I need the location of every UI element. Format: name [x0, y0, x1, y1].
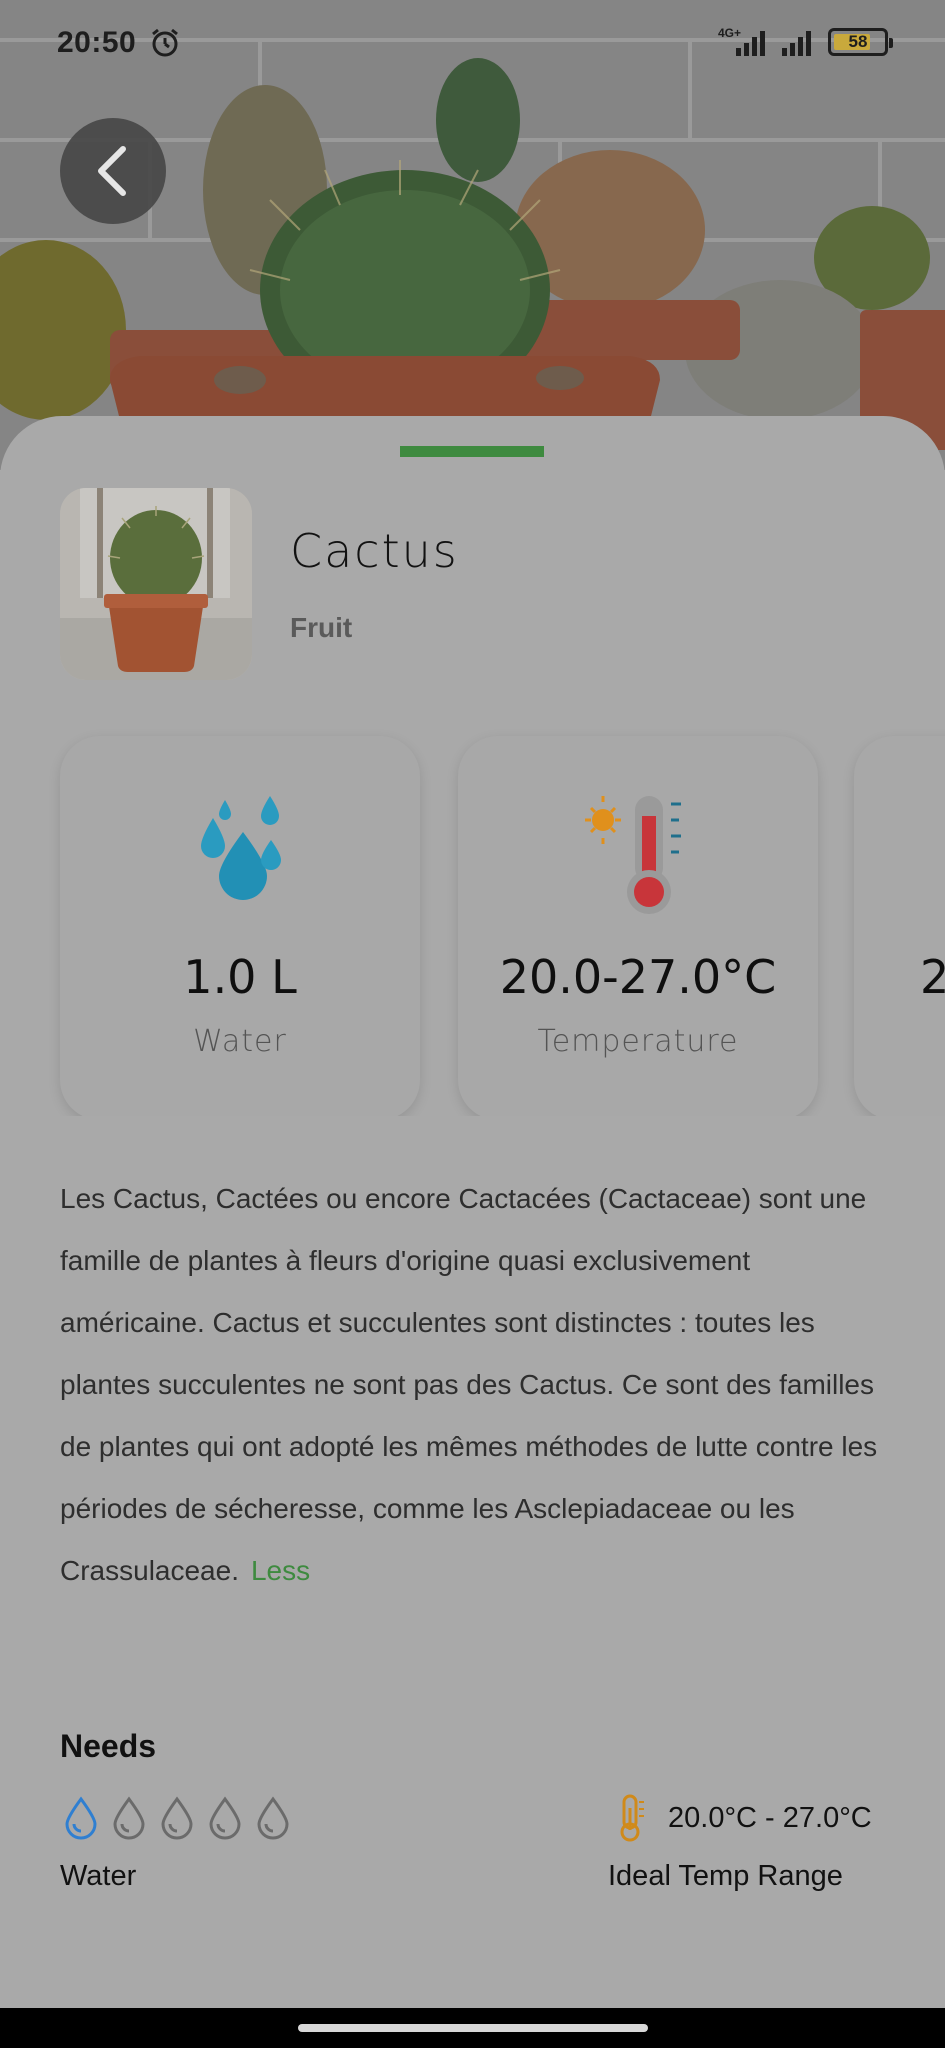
water-value: 1.0 L	[183, 950, 297, 1004]
home-indicator[interactable]	[298, 2024, 648, 2032]
chevron-left-icon	[98, 146, 126, 196]
water-needs-label: Water	[60, 1860, 137, 1892]
signal-icon	[782, 31, 811, 56]
ideal-temp-label: Ideal Temp Range	[608, 1860, 843, 1892]
water-drop-icon	[257, 1796, 289, 1840]
stats-carousel[interactable]: 1.0 L Water 20.0-27.0°C Temperature 2	[0, 726, 945, 1116]
temperature-card[interactable]: 20.0-27.0°C Temperature	[458, 736, 818, 1116]
water-drop-icon-active	[65, 1796, 97, 1840]
water-label: Water	[193, 1024, 287, 1059]
network-type: 4G+	[718, 26, 742, 40]
show-less-link[interactable]: Less	[251, 1555, 310, 1586]
status-bar: 20:50 4G+ 58	[0, 0, 945, 88]
water-drop-icon	[209, 1796, 241, 1840]
signal-4g-icon: 4G+	[716, 26, 770, 63]
battery-level: 58	[848, 32, 868, 51]
third-stat-card[interactable]: 2	[854, 736, 945, 1116]
status-time: 20:50	[57, 26, 137, 59]
water-drop-icon	[113, 1796, 145, 1840]
ideal-temp-value: 20.0°C - 27.0°C	[668, 1802, 872, 1834]
plant-description: Les Cactus, Cactées ou encore Cactacées …	[60, 1168, 890, 1602]
plant-name: Cactus	[290, 524, 459, 578]
sheet-drag-handle[interactable]	[400, 446, 544, 457]
temperature-label: Temperature	[537, 1024, 739, 1059]
third-stat-value: 2	[920, 950, 945, 1004]
temperature-value: 20.0-27.0°C	[499, 950, 777, 1004]
back-button[interactable]	[60, 118, 166, 224]
description-text: Les Cactus, Cactées ou encore Cactacées …	[60, 1183, 878, 1586]
thermometer-small-icon	[620, 1794, 644, 1842]
details-sheet: Cactus Fruit 1.0 L Water 20.0-27.0°C Tem…	[0, 416, 945, 2048]
battery-icon: 58	[828, 28, 893, 56]
water-card[interactable]: 1.0 L Water	[60, 736, 420, 1116]
plant-category: Fruit	[290, 612, 353, 643]
water-level-indicator	[64, 1796, 290, 1840]
water-drop-icon	[161, 1796, 193, 1840]
thermometer-icon	[585, 796, 681, 914]
needs-title: Needs	[60, 1728, 157, 1764]
plant-thumbnail	[60, 488, 252, 680]
water-drops-icon	[201, 796, 281, 900]
plant-detail-screen: 20:50 4G+ 58 Cactus Fruit 1.0 L Water 20…	[0, 0, 945, 2048]
alarm-icon	[152, 28, 178, 57]
